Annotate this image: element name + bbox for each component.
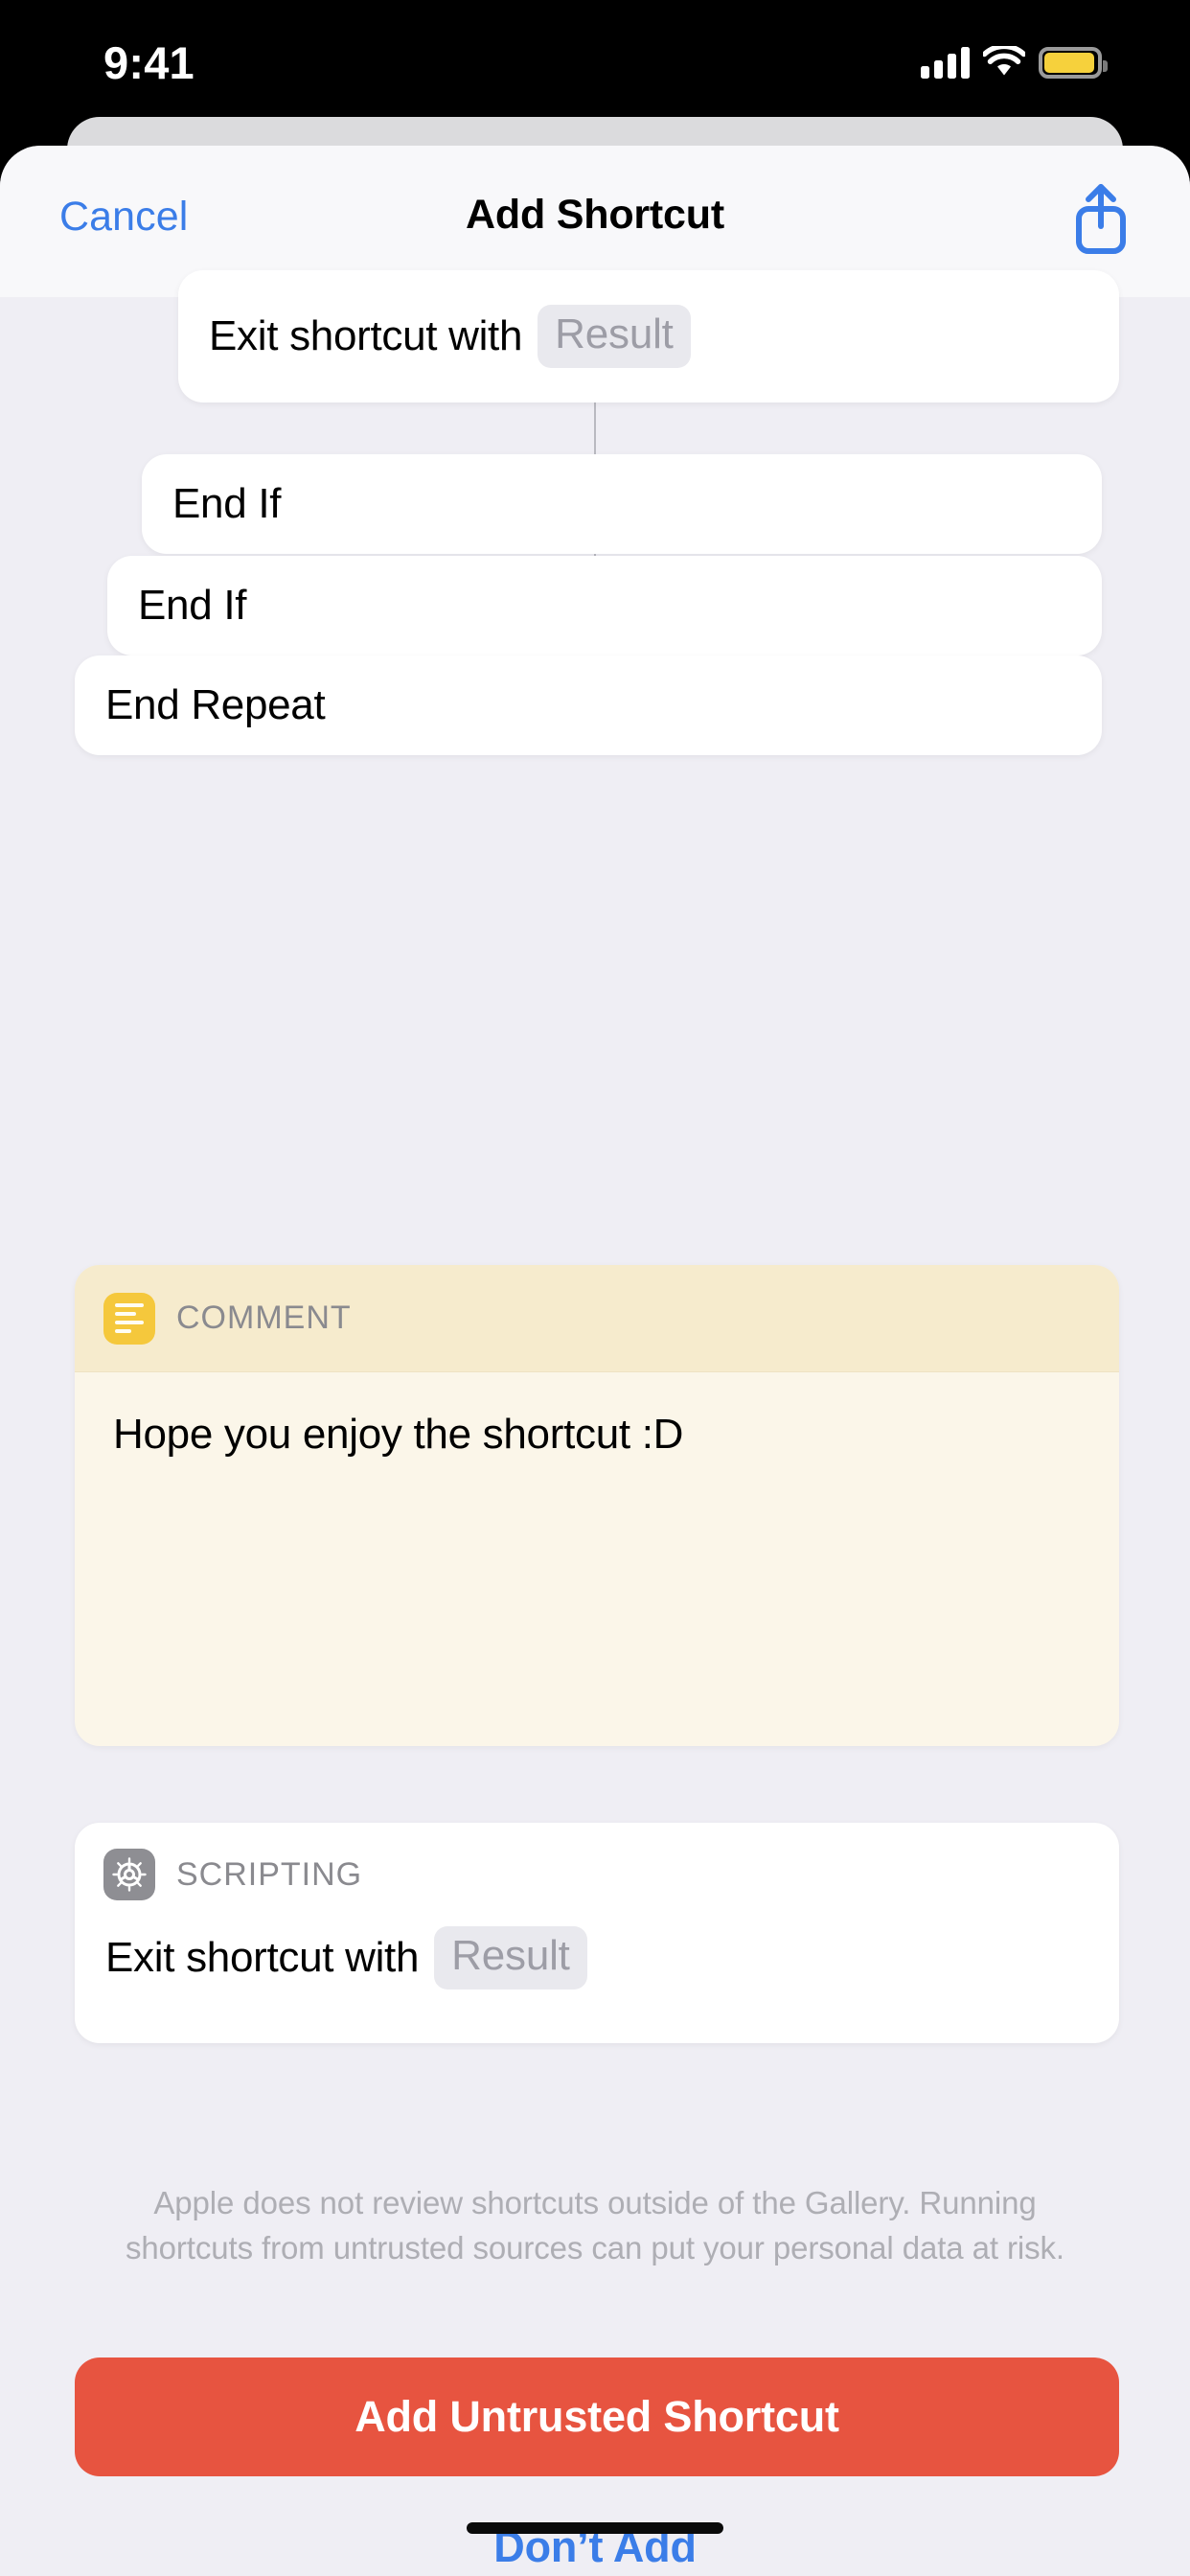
- comment-body[interactable]: Hope you enjoy the shortcut :D: [75, 1372, 1119, 1461]
- battery-icon: [1039, 47, 1108, 79]
- scripting-action-row[interactable]: Exit shortcut with Result: [75, 1926, 1119, 1990]
- wifi-icon: [981, 43, 1027, 79]
- status-bar-indicators: [921, 40, 1108, 79]
- comment-card-header: COMMENT: [75, 1265, 1119, 1372]
- action-label: Exit shortcut with: [209, 312, 523, 359]
- action-label: Exit shortcut with: [105, 1934, 420, 1981]
- gear-icon: [103, 1849, 155, 1900]
- comment-note-icon: [103, 1292, 155, 1345]
- add-untrusted-shortcut-button[interactable]: Add Untrusted Shortcut: [75, 2358, 1119, 2476]
- action-card-exit-shortcut[interactable]: Exit shortcut with Result: [178, 270, 1119, 402]
- action-card-end-if[interactable]: End If: [142, 454, 1102, 554]
- action-label: End If: [138, 582, 247, 629]
- comment-text: Hope you enjoy the shortcut :D: [113, 1411, 684, 1458]
- share-icon[interactable]: [1071, 182, 1131, 255]
- action-token-result[interactable]: Result: [538, 305, 691, 368]
- untrusted-shortcut-disclaimer: Apple does not review shortcuts outside …: [125, 2185, 1064, 2266]
- comment-action-card[interactable]: COMMENT Hope you enjoy the shortcut :D: [75, 1265, 1119, 1746]
- scripting-action-card[interactable]: SCRIPTING Exit shortcut with Result: [75, 1823, 1119, 2043]
- status-bar-time: 9:41: [103, 37, 195, 88]
- scripting-header-label: SCRIPTING: [176, 1855, 363, 1893]
- scripting-card-header: SCRIPTING: [75, 1823, 1119, 1926]
- action-card-end-repeat[interactable]: End Repeat: [75, 656, 1102, 755]
- shortcut-actions-list: Exit shortcut with Result End If End If …: [0, 270, 1190, 2576]
- action-label: End Repeat: [105, 681, 326, 728]
- page-title: Add Shortcut: [466, 192, 724, 238]
- action-card-end-if[interactable]: End If: [107, 556, 1102, 656]
- action-token-result[interactable]: Result: [434, 1926, 587, 1990]
- iphone-screen: 9:41 Cancel Add Shortcut Exit shortcut w…: [0, 0, 1190, 2576]
- status-bar: 9:41: [0, 0, 1190, 126]
- action-connector-line: [594, 401, 596, 454]
- add-shortcut-sheet: Cancel Add Shortcut Exit shortcut with R…: [0, 146, 1190, 2576]
- action-label: End If: [172, 480, 282, 527]
- home-indicator[interactable]: [467, 2522, 723, 2534]
- comment-header-label: COMMENT: [176, 1300, 352, 1336]
- cellular-bars-icon: [921, 46, 970, 79]
